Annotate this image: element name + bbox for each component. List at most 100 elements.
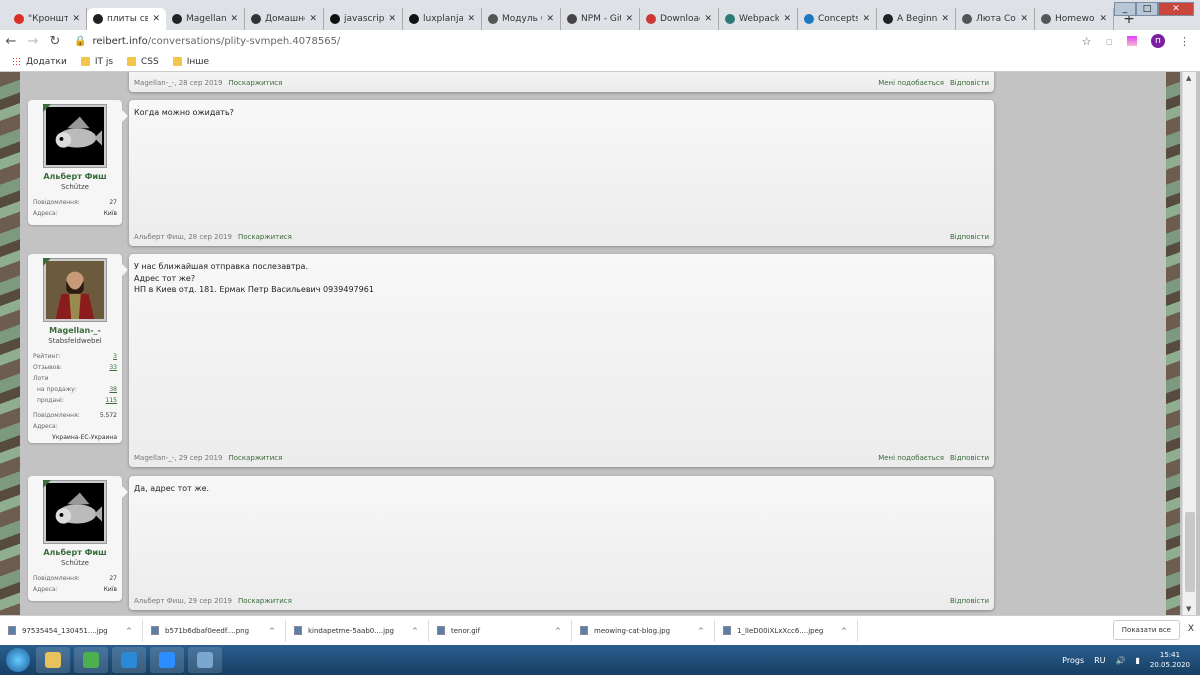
tab[interactable]: Люта Cos ✕ [956, 8, 1035, 30]
for-sale-link[interactable]: 38 [109, 384, 117, 395]
close-tab-icon[interactable]: ✕ [1020, 14, 1028, 24]
close-tab-icon[interactable]: ✕ [704, 14, 712, 24]
tab[interactable]: Домашне ✕ [245, 8, 324, 30]
chevron-up-icon[interactable]: ^ [555, 627, 571, 635]
post-author-date[interactable]: Альберт Фиш, 29 сер 2019 [134, 597, 232, 605]
post-author-date[interactable]: Magellan-_-, 29 сер 2019 [134, 454, 222, 462]
report-link[interactable]: Поскаржитися [228, 454, 282, 462]
stat-value: Київ [103, 210, 117, 217]
reply-link[interactable]: Відповісти [950, 597, 989, 605]
tab[interactable]: плиты сви✕ [87, 8, 166, 30]
reply-link[interactable]: Відповісти [950, 233, 989, 241]
reply-link[interactable]: Відповісти [950, 79, 989, 87]
chevron-up-icon[interactable]: ^ [412, 627, 428, 635]
clock[interactable]: 15:41 20.05.2020 [1150, 650, 1190, 670]
chevron-up-icon[interactable]: ^ [698, 627, 714, 635]
close-tab-icon[interactable]: ✕ [72, 14, 80, 24]
tray-label[interactable]: Progs [1062, 656, 1084, 665]
username[interactable]: Magellan-_- [33, 326, 117, 335]
bookmark[interactable]: Інше [172, 57, 209, 67]
username[interactable]: Альберт Фиш [33, 548, 117, 557]
time: 15:41 [1159, 651, 1181, 659]
download-item[interactable]: b571b6dbaf0eedf....png ^ [143, 619, 286, 642]
download-item[interactable]: kindapetme-5aab0....jpg ^ [286, 619, 429, 642]
close-tab-icon[interactable]: ✕ [546, 14, 554, 24]
download-item[interactable]: meowing-cat-blog.jpg ^ [572, 619, 715, 642]
taskbar-app-chrome[interactable] [74, 647, 108, 673]
like-link[interactable]: Мені подобається [878, 454, 944, 462]
show-all-downloads-button[interactable]: Показати все [1112, 620, 1180, 640]
address-bar[interactable]: 🔒 reibert.info/conversations/plity-svmpe… [74, 32, 1082, 50]
close-download-bar-button[interactable]: X [1188, 624, 1194, 634]
tab[interactable]: Magellan- ✕ [166, 8, 245, 30]
close-tab-icon[interactable]: ✕ [783, 14, 791, 24]
close-window-button[interactable]: ✕ [1158, 2, 1194, 16]
taskbar-app-photo-viewer[interactable] [188, 647, 222, 673]
report-link[interactable]: Поскаржитися [238, 233, 292, 241]
tab[interactable]: javascript-✕ [324, 8, 403, 30]
report-link[interactable]: Поскаржитися [228, 79, 282, 87]
profile-avatar[interactable]: п [1151, 34, 1165, 48]
tab[interactable]: Homewor ✕ [1035, 8, 1114, 30]
bookmark[interactable]: Додатки [12, 57, 67, 67]
tab[interactable]: luxplanjay✕ [403, 8, 482, 30]
username[interactable]: Альберт Фиш [33, 172, 117, 181]
bookmark[interactable]: CSS [127, 57, 159, 67]
reply-link[interactable]: Відповісти [950, 454, 989, 462]
report-link[interactable]: Поскаржитися [238, 597, 292, 605]
minimize-button[interactable]: _ [1114, 2, 1136, 16]
avatar[interactable] [43, 480, 106, 543]
lock-icon: 🔒 [74, 35, 87, 47]
tab[interactable]: A Beginne✕ [877, 8, 956, 30]
tab[interactable]: Модуль 6 ✕ [482, 8, 561, 30]
reload-icon[interactable]: ↻ [44, 34, 66, 49]
bookmark[interactable]: IT js [80, 57, 113, 67]
post-author-date[interactable]: Альберт Фиш, 28 сер 2019 [134, 233, 232, 241]
language-indicator[interactable]: RU [1094, 656, 1105, 665]
post-author-date[interactable]: Magellan-_-, 28 сер 2019 [134, 79, 222, 87]
back-icon[interactable]: ← [0, 34, 22, 49]
chevron-up-icon[interactable]: ^ [269, 627, 285, 635]
avatar[interactable] [43, 104, 106, 167]
volume-icon[interactable]: 🔊 [1116, 656, 1126, 665]
taskbar-app-zoom[interactable] [150, 647, 184, 673]
close-tab-icon[interactable]: ✕ [941, 14, 949, 24]
start-button[interactable] [6, 648, 30, 672]
close-tab-icon[interactable]: ✕ [388, 14, 396, 24]
download-item[interactable]: 97535454_130451....jpg ^ [0, 619, 143, 642]
close-tab-icon[interactable]: ✕ [230, 14, 238, 24]
scrollbar[interactable]: ▲ ▼ [1182, 72, 1196, 615]
close-tab-icon[interactable]: ✕ [467, 14, 475, 24]
rating-link[interactable]: 3 [113, 351, 117, 362]
taskbar-app-vscode[interactable] [112, 647, 146, 673]
download-item[interactable]: 1_lIeD00iXLxXcc6....jpeg ^ [715, 619, 858, 642]
scrollbar-thumb[interactable] [1185, 512, 1195, 592]
tab[interactable]: Download ✕ [640, 8, 719, 30]
taskbar-app-explorer[interactable] [36, 647, 70, 673]
tab[interactable]: Webpack ✕ [719, 8, 798, 30]
sold-link[interactable]: 115 [106, 395, 117, 406]
download-item[interactable]: tenor.gif ^ [429, 619, 572, 642]
forward-icon[interactable]: → [22, 34, 44, 49]
maximize-button[interactable]: □ [1136, 2, 1158, 16]
network-icon[interactable]: ▮ [1136, 656, 1140, 665]
close-tab-icon[interactable]: ✕ [309, 14, 317, 24]
book-icon [567, 14, 577, 24]
reviews-link[interactable]: 33 [109, 362, 117, 373]
close-tab-icon[interactable]: ✕ [625, 14, 633, 24]
close-tab-icon[interactable]: ✕ [1099, 14, 1107, 24]
tab[interactable]: "Кронште ✕ [8, 8, 87, 30]
close-tab-icon[interactable]: ✕ [862, 14, 870, 24]
tab[interactable]: Concepts ✕ [798, 8, 877, 30]
extension-icon[interactable] [1127, 36, 1137, 46]
extension-icon[interactable]: ▫ [1106, 35, 1113, 48]
menu-icon[interactable]: ⋮ [1179, 35, 1190, 48]
star-icon[interactable]: ☆ [1082, 35, 1092, 48]
like-link[interactable]: Мені подобається [878, 79, 944, 87]
user-title: Schütze [61, 183, 89, 191]
chevron-up-icon[interactable]: ^ [841, 627, 857, 635]
chevron-up-icon[interactable]: ^ [126, 627, 142, 635]
avatar[interactable] [43, 258, 106, 321]
tab[interactable]: NPM - Git ✕ [561, 8, 640, 30]
close-tab-icon[interactable]: ✕ [152, 14, 160, 24]
